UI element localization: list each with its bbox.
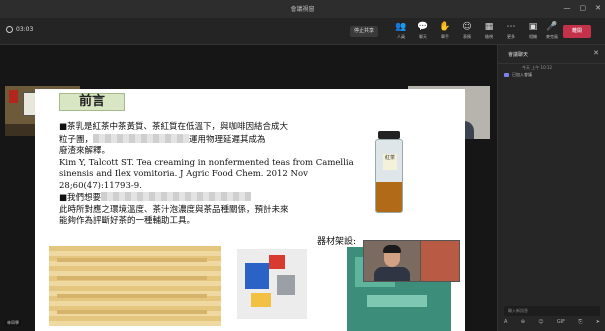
redacted-text xyxy=(101,192,252,201)
leave-button[interactable]: 離開 xyxy=(563,25,591,38)
chat-panel: 會議聊天 ✕ 今天 上午 10:12 已加入會議 輸入新訊息 A ⊕ ☺ GIF… xyxy=(497,45,605,331)
close-icon[interactable]: ✕ xyxy=(593,49,599,57)
clock-icon xyxy=(6,26,13,33)
toolbar-hand-button[interactable]: ✋ 舉手 xyxy=(434,21,456,40)
equipment-caption: 器材架設: xyxy=(317,237,357,247)
toolbar-people-button[interactable]: 👥 人員 xyxy=(390,21,412,40)
slide-line: Kim Y, Talcott ST. Tea creaming in nonfe… xyxy=(59,157,354,168)
toolbar-chat-button[interactable]: 💬 聊天 xyxy=(412,21,434,40)
slide-line: 此時所對應之環境溫度、茶汁泡濃度與茶品種關係，預計未來 xyxy=(59,204,289,215)
meeting-toolbar: 03:03 停止共享 👥 人員 💬 聊天 ✋ 舉手 ☺ 表情 ▦ 檢視 ⋯ 更多… xyxy=(0,18,605,45)
slide-line: sinensis and Ilex vomitoria. J Agric Foo… xyxy=(59,169,308,179)
meeting-timer: 03:03 xyxy=(6,26,33,33)
chat-icon: 💬 xyxy=(417,22,429,32)
window-controls: — ▢ ✕ xyxy=(564,4,602,12)
toolbar-mic-button[interactable]: 🎤 麥克風 xyxy=(541,21,563,40)
send-icon[interactable]: ➤ xyxy=(596,319,600,325)
compose-toolbar: A ⊕ ☺ GIF ⎘ ➤ xyxy=(504,319,600,325)
banner-image xyxy=(9,90,18,103)
toolbar-reactions-button[interactable]: ☺ 表情 xyxy=(456,21,478,40)
slide-line: 能夠作為評斷好茶的一種輔助工具。 xyxy=(59,216,196,226)
reactions-icon: ☺ xyxy=(462,22,472,32)
hand-icon: ✋ xyxy=(439,22,451,32)
slide-line: 粒子團， xyxy=(59,134,94,145)
slide-line: 28;60(47):11793-9. xyxy=(59,180,142,191)
toolbar-more-button[interactable]: ⋯ 更多 xyxy=(500,21,522,40)
gif-icon[interactable]: GIF xyxy=(557,319,565,325)
title-bar: 會議視窗 — ▢ ✕ xyxy=(0,0,605,18)
slide-title: 前言 xyxy=(59,93,125,111)
equipment-diagram-image xyxy=(237,249,307,319)
chat-message: 已加入會議 xyxy=(504,72,532,78)
slide-line: 運用物理延遲其成為 xyxy=(189,134,266,145)
meeting-app: 會議視窗 — ▢ ✕ 03:03 停止共享 👥 人員 💬 聊天 ✋ 舉手 ☺ 表… xyxy=(0,0,605,331)
maximize-icon[interactable]: ▢ xyxy=(580,4,587,12)
people-icon: 👥 xyxy=(395,22,407,32)
secondary-video-tile[interactable] xyxy=(420,240,460,282)
emoji-icon[interactable]: ☺ xyxy=(538,319,543,325)
chat-panel-title: 會議聊天 xyxy=(508,52,529,58)
slide-line: 廢渣來解釋。 xyxy=(59,146,111,156)
slide-line: ■茶乳是紅茶中茶黃質、茶紅質在低溫下，與咖啡因結合成大 xyxy=(59,122,289,132)
participant-name-label: 林同學 xyxy=(5,320,21,326)
timer-text: 03:03 xyxy=(16,26,34,33)
window-title: 會議視窗 xyxy=(290,6,315,13)
chat-compose-input[interactable]: 輸入新訊息 xyxy=(504,306,600,316)
chat-message-text: 已加入會議 xyxy=(512,72,532,77)
self-video-tile[interactable] xyxy=(363,240,423,282)
view-icon: ▦ xyxy=(484,22,494,32)
format-icon[interactable]: A xyxy=(504,319,507,325)
slide-line: ■我們想要 xyxy=(59,193,102,203)
join-icon xyxy=(504,73,509,77)
stop-sharing-button[interactable]: 停止共享 xyxy=(350,26,379,37)
sticker-icon[interactable]: ⎘ xyxy=(578,319,582,325)
shared-slide: 前言 ■茶乳是紅茶中茶黃質、茶紅質在低溫下，與咖啡因結合成大 粒子團， 運用物理延… xyxy=(35,89,465,331)
tea-jar-image: 紅茶 xyxy=(373,131,405,213)
redacted-text xyxy=(93,133,190,143)
jar-label: 紅茶 xyxy=(383,154,397,170)
slide-body: ■茶乳是紅茶中茶黃質、茶紅質在低溫下，與咖啡因結合成大 粒子團， 運用物理延遲其成… xyxy=(59,122,369,228)
toolbar-view-button[interactable]: ▦ 檢視 xyxy=(478,21,500,40)
minimize-icon[interactable]: — xyxy=(564,4,571,12)
mic-icon: 🎤 xyxy=(546,22,558,32)
message-timestamp: 今天 上午 10:12 xyxy=(522,65,553,70)
close-icon[interactable]: ✕ xyxy=(595,4,601,12)
attach-icon[interactable]: ⊕ xyxy=(521,319,525,325)
document-image xyxy=(49,246,221,326)
more-icon: ⋯ xyxy=(506,22,516,32)
